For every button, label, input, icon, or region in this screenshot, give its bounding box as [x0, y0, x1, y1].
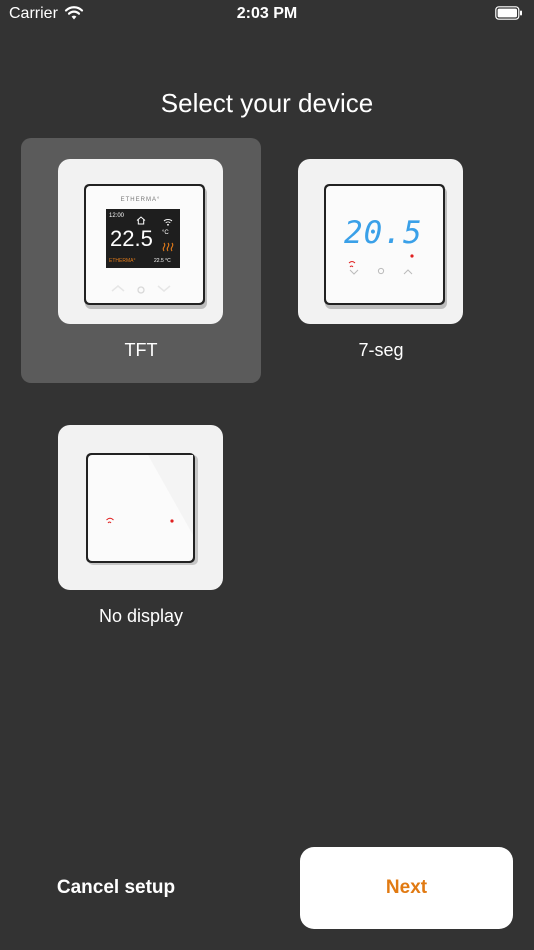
seven-segment-thermostat-image: 20.5 [298, 159, 463, 324]
next-button[interactable]: Next [300, 847, 513, 929]
home-icon [136, 212, 146, 225]
device-label-7-seg: 7-seg [358, 340, 404, 360]
battery-icon [495, 6, 523, 20]
seven-segment-temperature: 20.5 [344, 215, 423, 251]
cancel-setup-button[interactable]: Cancel setup [20, 868, 212, 908]
no-display-thermostat-image [58, 425, 223, 590]
status-bar: Carrier 2:03 PM [0, 0, 534, 30]
tft-wifi-icon [163, 213, 173, 226]
tft-unit: °C [162, 230, 169, 236]
next-button-label: Next [385, 877, 428, 898]
page-title: Select your device [160, 88, 374, 118]
device-option-no-display[interactable]: No display [21, 404, 261, 649]
tft-footer-brand: ETHERMA° [109, 258, 136, 264]
tft-temperature: 22.5 [110, 226, 153, 251]
device-option-7-seg[interactable]: 20.5 7-seg [261, 138, 501, 383]
device-label-tft: TFT [124, 340, 158, 360]
device-option-tft[interactable]: ETHERMA° 12:00 22.5 °C ETHERMA° 22.5 °C … [21, 138, 261, 383]
heating-icon [162, 239, 174, 252]
device-label-no-display: No display [98, 606, 184, 626]
tft-thermostat-image: ETHERMA° 12:00 22.5 °C ETHERMA° 22.5 °C [58, 159, 223, 324]
clock: 2:03 PM [236, 5, 298, 22]
tft-footer-temperature: 22.5 °C [154, 258, 171, 264]
tft-brand: ETHERMA° [120, 197, 161, 203]
tft-screen-time: 12:00 [109, 213, 125, 219]
